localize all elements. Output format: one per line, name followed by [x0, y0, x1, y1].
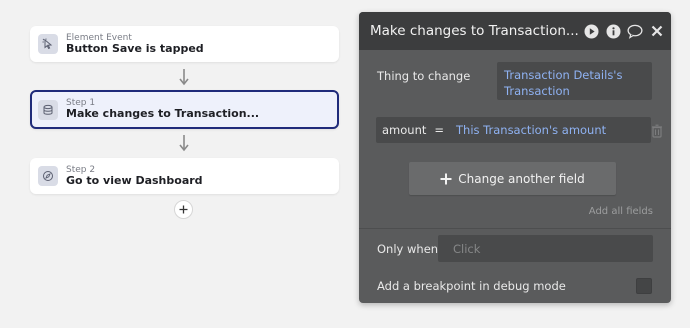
only-when-input[interactable]: Click: [438, 235, 653, 262]
step2-card[interactable]: Step 2 Go to view Dashboard: [30, 158, 339, 194]
play-icon[interactable]: [583, 23, 599, 39]
field-operator: =: [434, 123, 445, 137]
thing-to-change-value-line1: Transaction Details's: [504, 68, 623, 82]
field-name: amount: [382, 123, 427, 137]
breakpoint-label: Add a breakpoint in debug mode: [377, 279, 566, 293]
comment-icon[interactable]: [627, 23, 643, 39]
thing-to-change-value[interactable]: Transaction Details's Transaction: [497, 62, 652, 100]
info-icon[interactable]: [605, 23, 621, 39]
change-another-field-button[interactable]: Change another field: [409, 162, 616, 195]
change-another-field-label: Change another field: [458, 171, 585, 186]
close-icon[interactable]: [649, 23, 665, 39]
only-when-label: Only when: [377, 242, 439, 256]
add-step-button[interactable]: [174, 200, 193, 219]
arrow-down-icon: [179, 69, 189, 86]
field-value[interactable]: This Transaction's amount: [456, 123, 606, 137]
plus-icon: [440, 173, 452, 184]
trash-icon[interactable]: [651, 123, 663, 138]
database-icon: [38, 99, 58, 120]
thing-to-change-label: Thing to change: [377, 69, 471, 83]
step2-title: Go to view Dashboard: [66, 173, 203, 187]
arrow-down-icon: [179, 135, 189, 152]
divider: [359, 228, 671, 229]
cursor-click-icon: [38, 34, 58, 54]
compass-icon: [38, 166, 58, 186]
only-when-placeholder: Click: [453, 241, 481, 256]
panel-header: Make changes to Transaction...: [359, 12, 671, 50]
breakpoint-checkbox[interactable]: [636, 278, 652, 294]
event-title: Button Save is tapped: [66, 41, 204, 55]
step1-title: Make changes to Transaction...: [66, 107, 260, 121]
step1-card[interactable]: Step 1 Make changes to Transaction...: [30, 90, 339, 129]
event-card[interactable]: Element Event Button Save is tapped: [30, 26, 339, 62]
field-assignment-row[interactable]: amount = This Transaction's amount: [376, 117, 651, 143]
panel-title: Make changes to Transaction...: [370, 23, 579, 39]
add-all-fields-link[interactable]: Add all fields: [589, 206, 653, 217]
action-property-panel: Make changes to Transaction... Thing to …: [359, 12, 671, 303]
thing-to-change-value-line2: Transaction: [504, 84, 570, 98]
plus-icon: [179, 205, 188, 214]
